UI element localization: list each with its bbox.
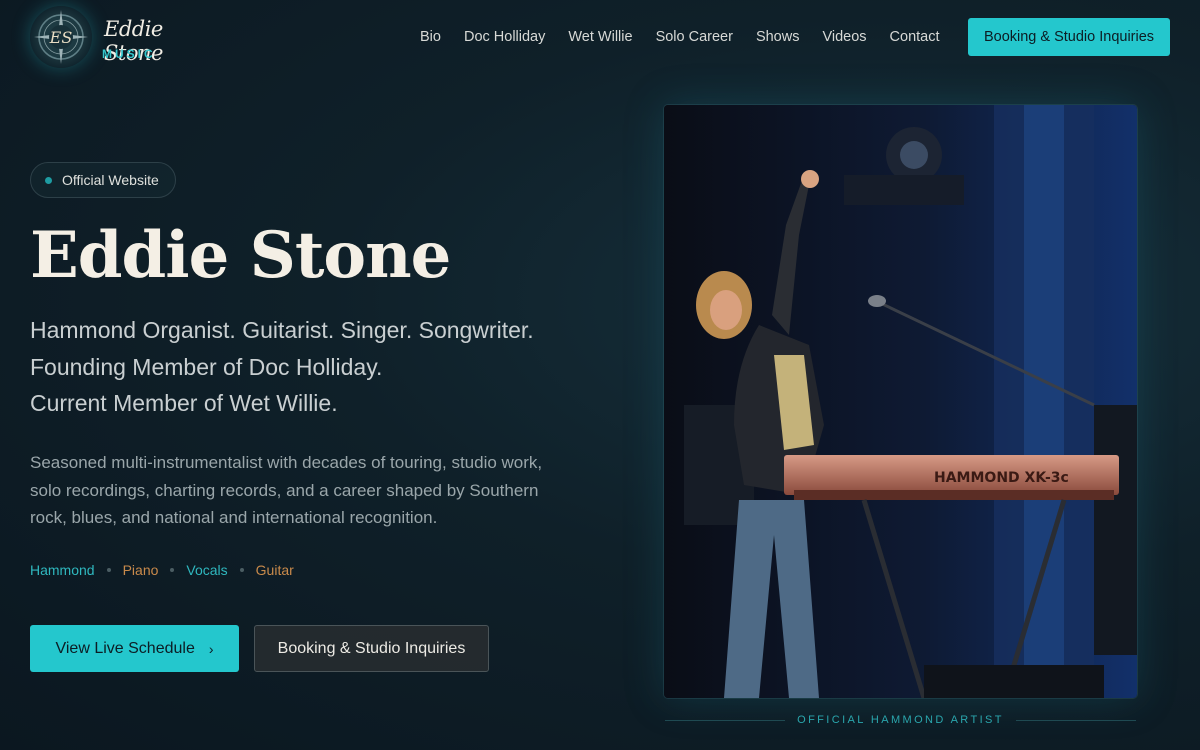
brand-logo[interactable]: ES Eddie Stone MUSIC	[30, 6, 222, 68]
nav-wet-willie[interactable]: Wet Willie	[568, 29, 632, 45]
badge-dot-icon	[45, 176, 52, 184]
artist-caption: OFFICIAL HAMMOND ARTIST	[664, 714, 1137, 726]
monogram-text: ES	[49, 28, 73, 47]
logo-text: Eddie Stone MUSIC	[102, 7, 222, 67]
hero-taglines: Hammond Organist. Guitarist. Singer. Son…	[30, 312, 534, 422]
nav-videos[interactable]: Videos	[822, 29, 866, 45]
main-nav: Bio Doc Holliday Wet Willie Solo Career …	[420, 29, 963, 45]
nav-shows[interactable]: Shows	[756, 29, 800, 45]
hero-description: Seasoned multi-instrumentalist with deca…	[30, 453, 543, 527]
badge-label: Official Website	[62, 172, 159, 188]
organ-label: HAMMOND XK-3c	[934, 470, 1069, 486]
skill-piano: Piano	[122, 562, 159, 578]
tagline-doc-holliday: Founding Member of Doc Holliday.	[30, 353, 383, 380]
compass-logo-icon: ES	[30, 6, 92, 68]
skills-list: Hammond Piano Vocals Guitar	[30, 562, 294, 578]
skill-guitar: Guitar	[255, 562, 294, 578]
skill-separator	[106, 568, 111, 572]
official-website-badge: Official Website	[30, 162, 176, 198]
nav-solo-career[interactable]: Solo Career	[656, 29, 733, 45]
divider-right	[1015, 719, 1136, 721]
skill-hammond: Hammond	[30, 562, 95, 578]
nav-bio[interactable]: Bio	[420, 29, 441, 45]
nav-doc-holliday[interactable]: Doc Holliday	[464, 29, 545, 45]
hero-title: Eddie Stone	[30, 218, 451, 293]
skill-vocals: Vocals	[186, 562, 228, 578]
booking-studio-button[interactable]: Booking & Studio Inquiries	[254, 625, 489, 672]
site-header: ES Eddie Stone MUSIC Bio Doc Holliday We…	[0, 0, 1200, 76]
logo-subtitle: MUSIC	[102, 47, 156, 61]
view-live-schedule-label: View Live Schedule	[55, 639, 195, 657]
tagline-roles: Hammond Organist. Guitarist. Singer. Son…	[30, 317, 534, 343]
skill-separator	[170, 568, 175, 572]
official-hammond-artist-label: OFFICIAL HAMMOND ARTIST	[797, 714, 1004, 726]
performer-photo: HAMMOND XK-3c	[664, 105, 1137, 698]
skill-separator	[239, 568, 244, 572]
chevron-right-icon: ›	[208, 640, 214, 657]
tagline-wet-willie: Current Member of Wet Willie.	[30, 390, 338, 416]
view-live-schedule-button[interactable]: View Live Schedule ›	[30, 625, 239, 672]
nav-contact[interactable]: Contact	[890, 29, 940, 45]
divider-left	[665, 719, 786, 721]
header-booking-button[interactable]: Booking & Studio Inquiries	[968, 18, 1170, 56]
